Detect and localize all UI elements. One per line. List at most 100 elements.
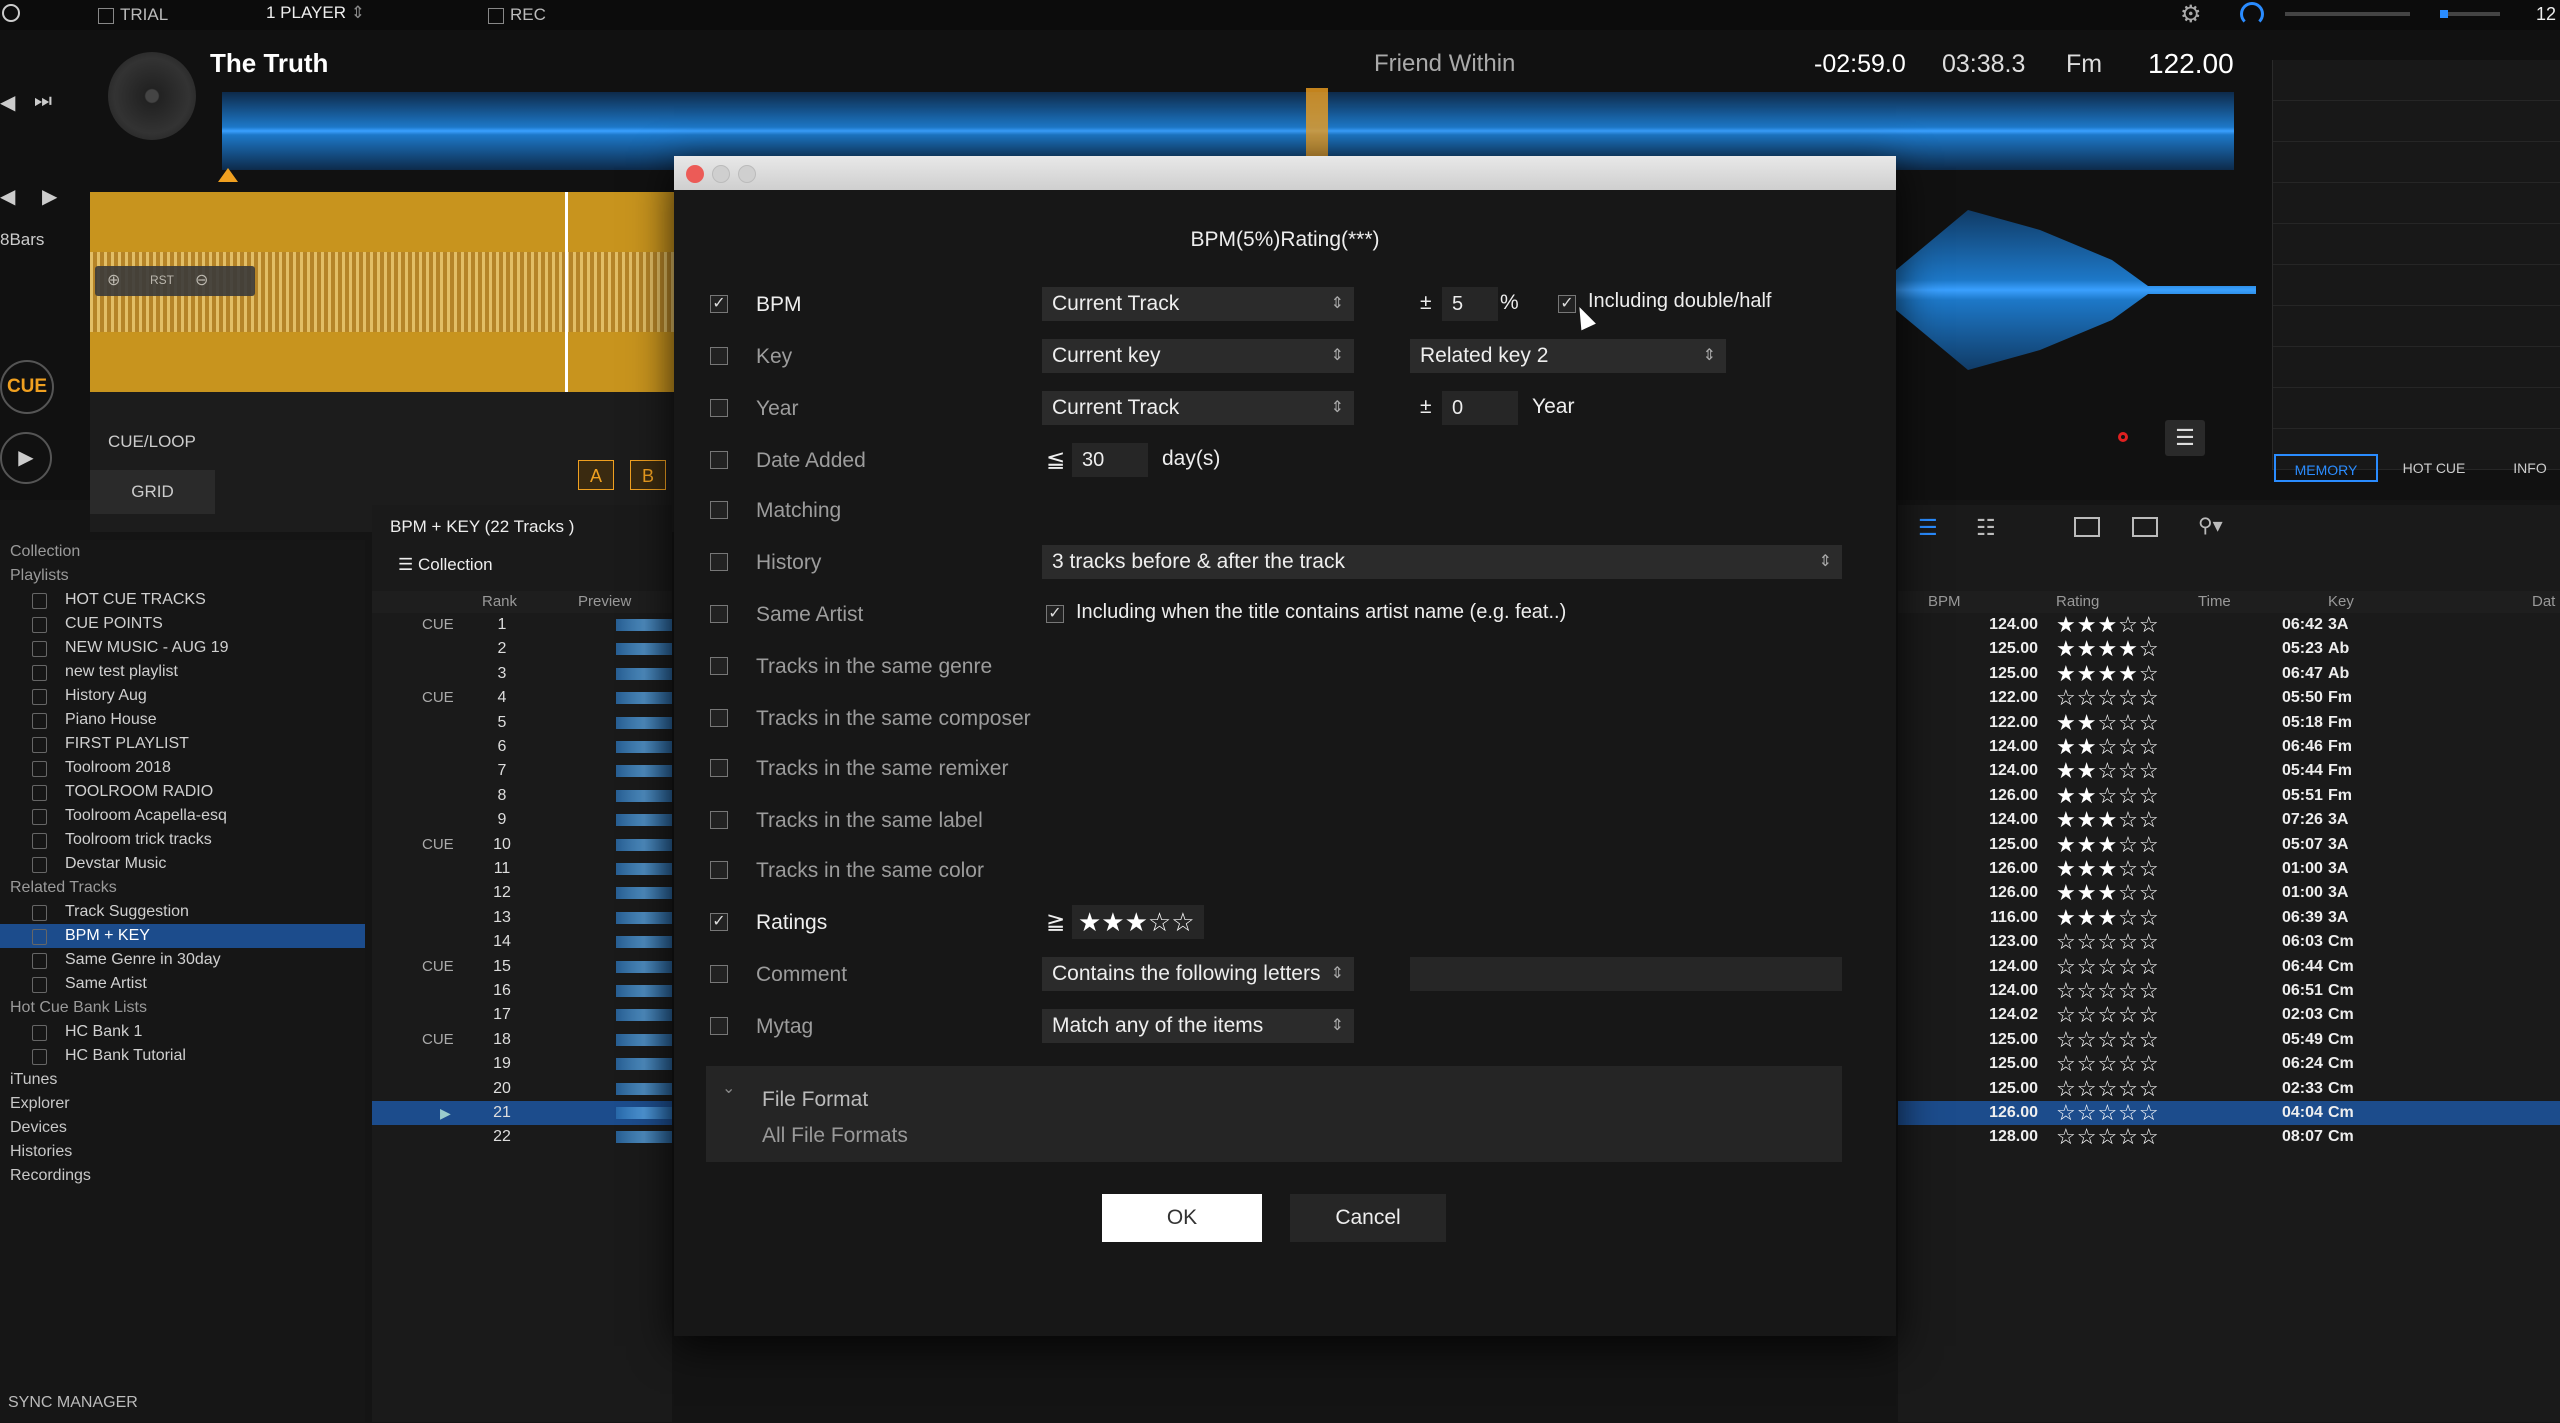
cue-button[interactable]: CUE: [0, 360, 54, 414]
rating-stars-icon[interactable]: ★★☆☆☆: [2056, 783, 2160, 808]
preview-waveform[interactable]: [616, 667, 672, 680]
col-time[interactable]: Time: [2198, 591, 2231, 613]
table-row[interactable]: 124.00 ★★☆☆☆ 06:46 Fm: [1898, 735, 2560, 759]
ok-button[interactable]: OK: [1102, 1194, 1262, 1242]
table-row[interactable]: CUE 10: [372, 833, 672, 857]
genre-checkbox[interactable]: [710, 657, 728, 675]
comment-mode-select[interactable]: Contains the following letters ⇕: [1042, 957, 1354, 991]
loop-out-button[interactable]: B: [630, 460, 666, 490]
date-added-checkbox[interactable]: [710, 451, 728, 469]
bpm-source-select[interactable]: Current Track ⇕: [1042, 287, 1354, 321]
sidebar-section[interactable]: Explorer: [0, 1092, 365, 1116]
close-icon[interactable]: [686, 165, 704, 183]
preview-waveform[interactable]: [616, 863, 672, 875]
col-rank[interactable]: Rank: [482, 591, 517, 613]
sidebar-item[interactable]: Toolroom Acapella-esq: [0, 804, 365, 828]
table-row[interactable]: 124.00 ★★★☆☆ 07:26 3A: [1898, 808, 2560, 832]
prev-track-icon[interactable]: ◀: [0, 90, 15, 115]
menu-icon[interactable]: ☰: [2165, 420, 2205, 456]
sync-manager-button[interactable]: SYNC MANAGER: [8, 1394, 138, 1412]
dialog-titlebar[interactable]: [674, 156, 1896, 190]
sidebar-item[interactable]: FIRST PLAYLIST: [0, 732, 365, 756]
table-row[interactable]: 124.00 ★★☆☆☆ 05:44 Fm: [1898, 759, 2560, 783]
table-row[interactable]: 126.00 ☆☆☆☆☆ 04:04 Cm: [1898, 1101, 2560, 1125]
bpm-tolerance-input[interactable]: 5: [1442, 287, 1498, 321]
same-artist-checkbox[interactable]: [710, 605, 728, 623]
volume-slider[interactable]: [2440, 10, 2500, 18]
zoom-in-icon[interactable]: ⊕: [107, 270, 120, 290]
sidebar-item[interactable]: History Aug: [0, 684, 365, 708]
date-added-input[interactable]: 30: [1072, 443, 1148, 477]
sidebar-related-header[interactable]: Related Tracks: [0, 876, 365, 900]
tab-hot-cue[interactable]: HOT CUE: [2384, 454, 2484, 482]
sidebar-section[interactable]: Histories: [0, 1140, 365, 1164]
headphones-icon[interactable]: [2240, 2, 2264, 26]
gear-icon[interactable]: ⚙: [2180, 0, 2202, 29]
table-row[interactable]: 124.00 ☆☆☆☆☆ 06:44 Cm: [1898, 954, 2560, 979]
sidebar-item[interactable]: Piano House: [0, 708, 365, 732]
sidebar-item[interactable]: BPM + KEY: [0, 924, 365, 948]
preview-waveform[interactable]: [616, 1107, 672, 1119]
preview-waveform[interactable]: [616, 1033, 672, 1046]
rating-stars-icon[interactable]: ☆☆☆☆☆: [2056, 930, 2160, 954]
maximize-icon[interactable]: [738, 165, 756, 183]
preview-waveform[interactable]: [616, 643, 672, 656]
sidebar-item[interactable]: Devstar Music: [0, 852, 365, 876]
rating-stars-icon[interactable]: ★★★★☆: [2056, 661, 2160, 686]
key-checkbox[interactable]: [710, 347, 728, 365]
comment-checkbox[interactable]: [710, 965, 728, 983]
matching-checkbox[interactable]: [710, 501, 728, 519]
player-mode-select[interactable]: 1 PLAYER ⇕: [266, 3, 365, 23]
table-row[interactable]: 125.00 ☆☆☆☆☆ 02:33 Cm: [1898, 1076, 2560, 1101]
preview-waveform[interactable]: [616, 1009, 672, 1022]
preview-waveform[interactable]: [616, 716, 672, 729]
sidebar-item[interactable]: CUE POINTS: [0, 612, 365, 636]
remixer-checkbox[interactable]: [710, 759, 728, 777]
app-logo-icon[interactable]: [2, 4, 20, 22]
table-row[interactable]: 122.00 ★★☆☆☆ 05:18 Fm: [1898, 710, 2560, 735]
sidebar-section[interactable]: Recordings: [0, 1164, 365, 1188]
table-row[interactable]: 124.00 ☆☆☆☆☆ 06:51 Cm: [1898, 979, 2560, 1003]
preview-waveform[interactable]: [616, 985, 672, 997]
col-rating[interactable]: Rating: [2056, 591, 2099, 613]
rating-stars-icon[interactable]: ★★☆☆☆: [2056, 710, 2160, 735]
zoom-out-icon[interactable]: ⊖: [195, 270, 208, 290]
rating-stars-icon[interactable]: ★★★☆☆: [2056, 808, 2160, 832]
preview-waveform[interactable]: [616, 936, 672, 949]
tab-info[interactable]: INFO: [2500, 454, 2560, 482]
table-row[interactable]: 124.02 ☆☆☆☆☆ 02:03 Cm: [1898, 1003, 2560, 1027]
table-row[interactable]: 7: [372, 759, 672, 783]
rating-stars-icon[interactable]: ★★★☆☆: [2056, 613, 2160, 637]
table-row[interactable]: 122.00 ☆☆☆☆☆ 05:50 Fm: [1898, 686, 2560, 710]
table-row[interactable]: 3: [372, 662, 672, 686]
rating-stars-icon[interactable]: ☆☆☆☆☆: [2056, 1125, 2160, 1149]
collection-crumb[interactable]: ☰ Collection: [398, 555, 493, 575]
chevron-down-icon[interactable]: ⌄: [722, 1078, 735, 1098]
sidebar-item[interactable]: Track Suggestion: [0, 900, 365, 924]
preview-waveform[interactable]: [616, 814, 672, 827]
grid-tab[interactable]: GRID: [90, 470, 215, 514]
zoom-reset-button[interactable]: RST: [150, 273, 174, 287]
preview-waveform[interactable]: [616, 887, 672, 900]
table-row[interactable]: 125.00 ★★★★☆ 05:23 Ab: [1898, 637, 2560, 661]
list-view-icon[interactable]: ☰: [1918, 515, 1944, 540]
rating-stars-icon[interactable]: ☆☆☆☆☆: [2056, 979, 2160, 1003]
minimize-icon[interactable]: [712, 165, 730, 183]
preview-waveform[interactable]: [616, 741, 672, 753]
composer-checkbox[interactable]: [710, 709, 728, 727]
beat-jump-bars[interactable]: 8Bars: [0, 230, 44, 250]
sidebar-item[interactable]: HOT CUE TRACKS: [0, 588, 365, 612]
table-row[interactable]: ▶ 21: [372, 1101, 672, 1125]
jog-wheel-icon[interactable]: [108, 52, 196, 140]
sidebar-section[interactable]: Devices: [0, 1116, 365, 1140]
history-select[interactable]: 3 tracks before & after the track ⇕: [1042, 545, 1842, 579]
preview-waveform[interactable]: [616, 789, 672, 802]
table-row[interactable]: 126.00 ★★★☆☆ 01:00 3A: [1898, 881, 2560, 905]
sidebar-item[interactable]: Toolroom 2018: [0, 756, 365, 780]
tab-memory[interactable]: MEMORY: [2274, 454, 2378, 482]
table-row[interactable]: 125.00 ☆☆☆☆☆ 06:24 Cm: [1898, 1052, 2560, 1076]
table-row[interactable]: 12: [372, 881, 672, 905]
preview-waveform[interactable]: [616, 1058, 672, 1071]
sidebar-section[interactable]: iTunes: [0, 1068, 365, 1092]
table-row[interactable]: 9: [372, 808, 672, 832]
